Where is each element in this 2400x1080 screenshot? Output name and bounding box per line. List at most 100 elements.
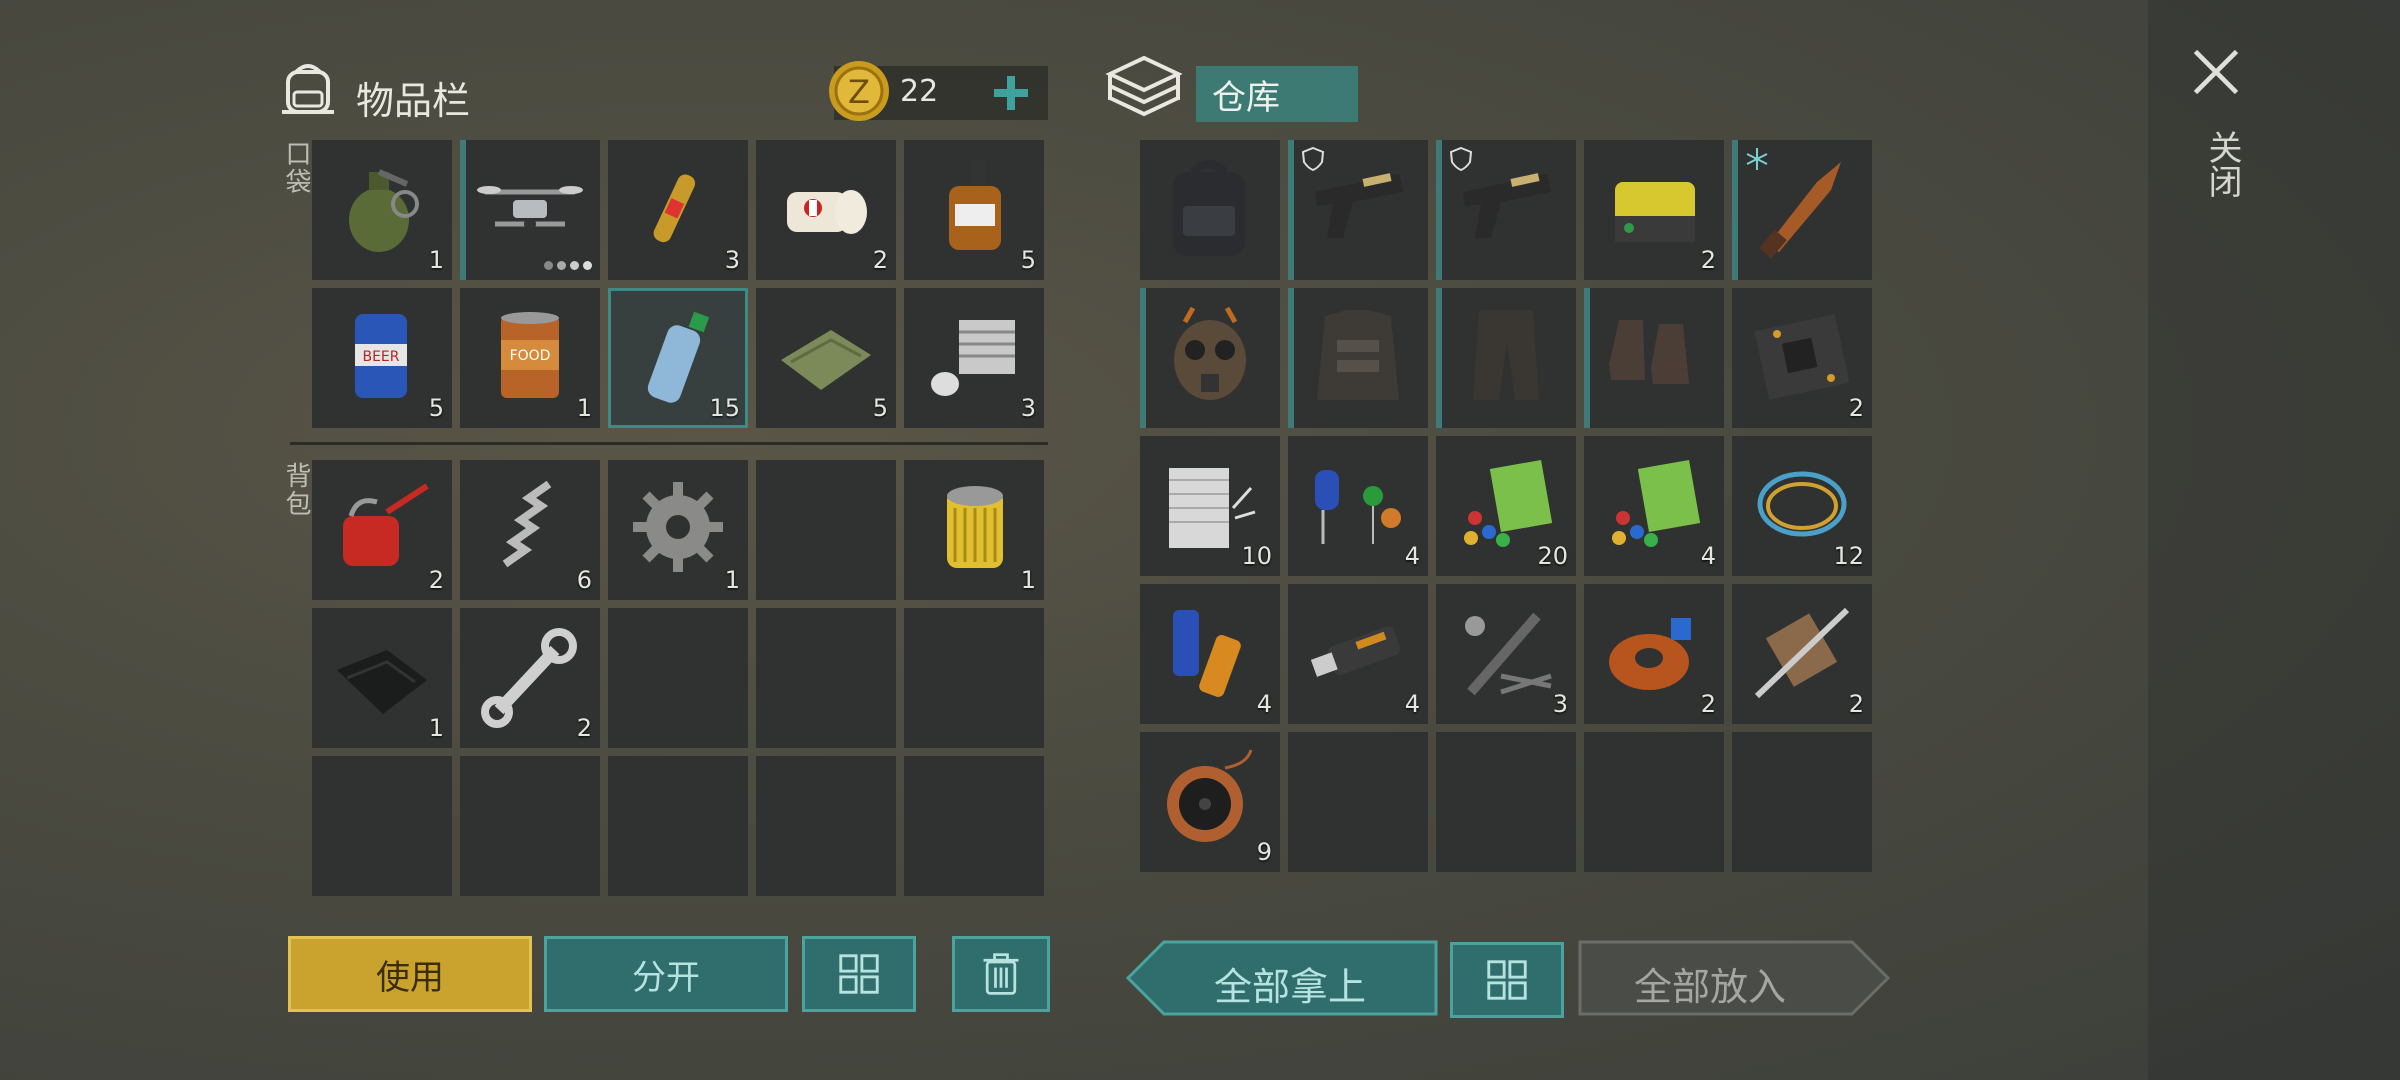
item-slot[interactable]: 15 (608, 288, 748, 428)
sort-storage-button[interactable] (1450, 942, 1564, 1018)
item-count: 15 (709, 394, 740, 422)
item-slot[interactable]: 4 (1584, 436, 1724, 576)
empty-slot[interactable] (904, 608, 1044, 748)
equipped-marker (1584, 288, 1590, 428)
item-slot[interactable]: 4 (1140, 584, 1280, 724)
oil-can-icon (343, 483, 429, 566)
gas-mask-icon (1174, 306, 1246, 400)
item-count: 3 (1020, 394, 1036, 422)
item-slot[interactable]: 3 (608, 140, 748, 280)
item-count: 1 (1020, 566, 1036, 594)
item-count: 1 (428, 714, 444, 742)
empty-slot[interactable] (1584, 732, 1724, 872)
trash-icon (983, 953, 1019, 995)
wrench-icon (481, 628, 577, 728)
battery-pack-icon (1615, 182, 1695, 242)
backpack-grid: 2 6 1 1 1 2 (312, 460, 1050, 898)
item-count: 3 (1552, 690, 1568, 718)
item-slot[interactable] (1288, 140, 1428, 280)
item-count: 12 (1833, 542, 1864, 570)
item-slot[interactable]: 1 (312, 608, 452, 748)
shield-icon (1301, 146, 1325, 172)
put-all-button[interactable]: 全部放入 (1578, 940, 1890, 1016)
item-slot[interactable] (1436, 140, 1576, 280)
item-slot[interactable] (1436, 288, 1576, 428)
item-count: 5 (428, 394, 444, 422)
grid-icon (1487, 960, 1527, 1000)
sort-inventory-button[interactable] (802, 936, 916, 1012)
item-count: 4 (1404, 690, 1420, 718)
item-count: 3 (724, 246, 740, 274)
take-all-button[interactable]: 全部拿上 (1126, 940, 1438, 1016)
item-count: 2 (872, 246, 888, 274)
item-slot[interactable]: FOOD 1 (460, 288, 600, 428)
inventory-title: 物品栏 (356, 79, 471, 123)
delete-button[interactable] (952, 936, 1050, 1012)
item-slot[interactable]: 1 (608, 460, 748, 600)
item-slot[interactable]: 3 (1436, 584, 1576, 724)
use-button[interactable]: 使用 (288, 936, 532, 1012)
item-slot[interactable]: 4 (1288, 436, 1428, 576)
equipped-marker (1288, 140, 1294, 280)
item-slot[interactable]: 10 (1140, 436, 1280, 576)
capacitors-icon (1315, 470, 1401, 544)
item-slot[interactable]: 2 (1732, 584, 1872, 724)
item-slot[interactable]: 2 (1584, 140, 1724, 280)
item-slot[interactable]: BEER 5 (312, 288, 452, 428)
item-slot[interactable]: 2 (756, 140, 896, 280)
item-slot[interactable]: 2 (1732, 288, 1872, 428)
empty-slot[interactable] (904, 756, 1044, 896)
item-slot[interactable]: 5 (756, 288, 896, 428)
item-slot[interactable]: 1 (312, 140, 452, 280)
add-coins-button[interactable] (984, 66, 1038, 120)
item-slot[interactable] (1140, 288, 1280, 428)
item-count: 4 (1700, 542, 1716, 570)
equipped-marker (1436, 288, 1442, 428)
pockets-grid: 1 3 2 5 BEER 5 FOOD 1 15 5 3 (312, 140, 1050, 430)
empty-slot[interactable] (608, 756, 748, 896)
storage-tab[interactable]: 仓库 (1196, 66, 1358, 122)
cloth-icon (781, 330, 871, 390)
storage-title: 仓库 (1212, 77, 1280, 118)
item-slot[interactable]: 2 (312, 460, 452, 600)
close-icon (2193, 49, 2239, 95)
item-slot[interactable]: 20 (1436, 436, 1576, 576)
item-slot[interactable]: 2 (1584, 584, 1724, 724)
item-slot[interactable] (460, 140, 600, 280)
item-slot[interactable]: 9 (1140, 732, 1280, 872)
item-count: 4 (1404, 542, 1420, 570)
item-slot[interactable]: 4 (1288, 584, 1428, 724)
item-count: 20 (1537, 542, 1568, 570)
item-slot[interactable]: 6 (460, 460, 600, 600)
split-button[interactable]: 分开 (544, 936, 788, 1012)
empty-slot[interactable] (460, 756, 600, 896)
equipped-marker (460, 140, 466, 280)
backpack-icon (1173, 160, 1245, 256)
item-count: 2 (1700, 246, 1716, 274)
use-label: 使用 (376, 957, 444, 998)
empty-slot[interactable] (1288, 732, 1428, 872)
item-count: 6 (576, 566, 592, 594)
empty-slot[interactable] (312, 756, 452, 896)
item-slot[interactable] (1732, 140, 1872, 280)
item-slot[interactable] (1584, 288, 1724, 428)
item-slot[interactable]: 1 (904, 460, 1044, 600)
spring-icon (502, 480, 552, 568)
empty-slot[interactable] (1436, 732, 1576, 872)
storage-grid: 2 2 10 4 20 4 12 4 4 3 2 2 9 (1140, 140, 1876, 898)
equipped-marker (1140, 288, 1146, 428)
close-button[interactable]: 关闭 (2186, 40, 2250, 210)
item-slot[interactable]: 2 (460, 608, 600, 748)
item-slot[interactable] (1288, 288, 1428, 428)
svg-text:FOOD: FOOD (510, 348, 551, 364)
tools-kit-icon (1465, 612, 1552, 696)
item-slot[interactable]: 5 (904, 140, 1044, 280)
empty-slot[interactable] (756, 756, 896, 896)
empty-slot[interactable] (756, 460, 896, 600)
empty-slot[interactable] (608, 608, 748, 748)
item-slot[interactable] (1140, 140, 1280, 280)
item-slot[interactable]: 3 (904, 288, 1044, 428)
empty-slot[interactable] (756, 608, 896, 748)
empty-slot[interactable] (1732, 732, 1872, 872)
item-slot[interactable]: 12 (1732, 436, 1872, 576)
